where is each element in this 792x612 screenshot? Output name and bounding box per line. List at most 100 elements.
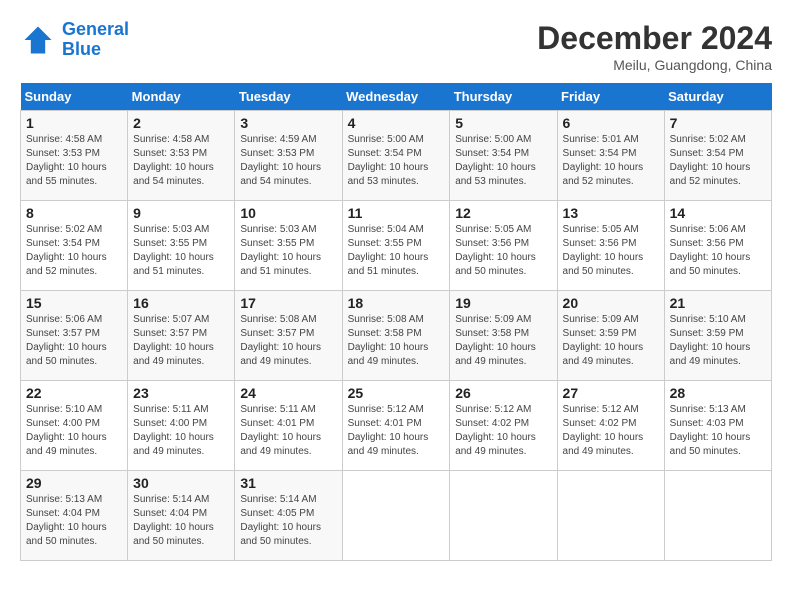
calendar-cell: 15 Sunrise: 5:06 AMSunset: 3:57 PMDaylig… xyxy=(21,291,128,381)
day-number: 7 xyxy=(670,115,766,131)
calendar-week-row: 29 Sunrise: 5:13 AMSunset: 4:04 PMDaylig… xyxy=(21,471,772,561)
day-info: Sunrise: 5:11 AMSunset: 4:01 PMDaylight:… xyxy=(240,404,321,457)
calendar-cell: 19 Sunrise: 5:09 AMSunset: 3:58 PMDaylig… xyxy=(450,291,557,381)
day-number: 24 xyxy=(240,385,336,401)
day-number: 12 xyxy=(455,205,551,221)
day-number: 10 xyxy=(240,205,336,221)
day-number: 11 xyxy=(348,205,445,221)
day-number: 17 xyxy=(240,295,336,311)
calendar-cell: 17 Sunrise: 5:08 AMSunset: 3:57 PMDaylig… xyxy=(235,291,342,381)
logo-text: General Blue xyxy=(62,20,129,60)
day-info: Sunrise: 5:06 AMSunset: 3:56 PMDaylight:… xyxy=(670,224,751,277)
calendar-week-row: 15 Sunrise: 5:06 AMSunset: 3:57 PMDaylig… xyxy=(21,291,772,381)
day-header: Sunday xyxy=(21,83,128,111)
location-subtitle: Meilu, Guangdong, China xyxy=(537,57,772,73)
calendar-cell: 22 Sunrise: 5:10 AMSunset: 4:00 PMDaylig… xyxy=(21,381,128,471)
calendar-cell: 20 Sunrise: 5:09 AMSunset: 3:59 PMDaylig… xyxy=(557,291,664,381)
day-number: 22 xyxy=(26,385,122,401)
day-header: Tuesday xyxy=(235,83,342,111)
page-header: General Blue December 2024 Meilu, Guangd… xyxy=(20,20,772,73)
day-header: Monday xyxy=(128,83,235,111)
day-number: 4 xyxy=(348,115,445,131)
day-number: 1 xyxy=(26,115,122,131)
calendar-cell xyxy=(557,471,664,561)
day-info: Sunrise: 5:08 AMSunset: 3:57 PMDaylight:… xyxy=(240,314,321,367)
title-block: December 2024 Meilu, Guangdong, China xyxy=(537,20,772,73)
calendar-cell: 7 Sunrise: 5:02 AMSunset: 3:54 PMDayligh… xyxy=(664,111,771,201)
day-info: Sunrise: 5:09 AMSunset: 3:58 PMDaylight:… xyxy=(455,314,536,367)
day-info: Sunrise: 5:12 AMSunset: 4:01 PMDaylight:… xyxy=(348,404,429,457)
day-info: Sunrise: 5:13 AMSunset: 4:04 PMDaylight:… xyxy=(26,494,107,547)
calendar-cell: 3 Sunrise: 4:59 AMSunset: 3:53 PMDayligh… xyxy=(235,111,342,201)
day-info: Sunrise: 5:07 AMSunset: 3:57 PMDaylight:… xyxy=(133,314,214,367)
day-number: 21 xyxy=(670,295,766,311)
day-header: Friday xyxy=(557,83,664,111)
calendar-cell: 4 Sunrise: 5:00 AMSunset: 3:54 PMDayligh… xyxy=(342,111,450,201)
calendar-cell: 30 Sunrise: 5:14 AMSunset: 4:04 PMDaylig… xyxy=(128,471,235,561)
calendar-cell: 18 Sunrise: 5:08 AMSunset: 3:58 PMDaylig… xyxy=(342,291,450,381)
calendar-cell: 27 Sunrise: 5:12 AMSunset: 4:02 PMDaylig… xyxy=(557,381,664,471)
day-info: Sunrise: 5:00 AMSunset: 3:54 PMDaylight:… xyxy=(455,134,536,187)
day-number: 6 xyxy=(563,115,659,131)
day-number: 16 xyxy=(133,295,229,311)
day-number: 23 xyxy=(133,385,229,401)
day-number: 26 xyxy=(455,385,551,401)
calendar-cell: 9 Sunrise: 5:03 AMSunset: 3:55 PMDayligh… xyxy=(128,201,235,291)
logo: General Blue xyxy=(20,20,129,60)
calendar-cell: 31 Sunrise: 5:14 AMSunset: 4:05 PMDaylig… xyxy=(235,471,342,561)
day-info: Sunrise: 5:13 AMSunset: 4:03 PMDaylight:… xyxy=(670,404,751,457)
month-title: December 2024 xyxy=(537,20,772,57)
day-info: Sunrise: 5:02 AMSunset: 3:54 PMDaylight:… xyxy=(670,134,751,187)
day-number: 19 xyxy=(455,295,551,311)
day-info: Sunrise: 5:14 AMSunset: 4:04 PMDaylight:… xyxy=(133,494,214,547)
day-info: Sunrise: 4:58 AMSunset: 3:53 PMDaylight:… xyxy=(26,134,107,187)
day-info: Sunrise: 5:12 AMSunset: 4:02 PMDaylight:… xyxy=(455,404,536,457)
day-info: Sunrise: 5:01 AMSunset: 3:54 PMDaylight:… xyxy=(563,134,644,187)
calendar-cell: 2 Sunrise: 4:58 AMSunset: 3:53 PMDayligh… xyxy=(128,111,235,201)
day-info: Sunrise: 5:04 AMSunset: 3:55 PMDaylight:… xyxy=(348,224,429,277)
day-number: 20 xyxy=(563,295,659,311)
calendar-cell: 14 Sunrise: 5:06 AMSunset: 3:56 PMDaylig… xyxy=(664,201,771,291)
day-number: 31 xyxy=(240,475,336,491)
day-number: 15 xyxy=(26,295,122,311)
day-header: Thursday xyxy=(450,83,557,111)
day-info: Sunrise: 5:12 AMSunset: 4:02 PMDaylight:… xyxy=(563,404,644,457)
day-header: Saturday xyxy=(664,83,771,111)
calendar-cell: 21 Sunrise: 5:10 AMSunset: 3:59 PMDaylig… xyxy=(664,291,771,381)
calendar-cell: 25 Sunrise: 5:12 AMSunset: 4:01 PMDaylig… xyxy=(342,381,450,471)
day-info: Sunrise: 5:10 AMSunset: 3:59 PMDaylight:… xyxy=(670,314,751,367)
day-info: Sunrise: 5:09 AMSunset: 3:59 PMDaylight:… xyxy=(563,314,644,367)
day-number: 8 xyxy=(26,205,122,221)
day-number: 18 xyxy=(348,295,445,311)
day-info: Sunrise: 4:58 AMSunset: 3:53 PMDaylight:… xyxy=(133,134,214,187)
day-info: Sunrise: 5:08 AMSunset: 3:58 PMDaylight:… xyxy=(348,314,429,367)
calendar-cell: 29 Sunrise: 5:13 AMSunset: 4:04 PMDaylig… xyxy=(21,471,128,561)
day-number: 27 xyxy=(563,385,659,401)
calendar-cell: 26 Sunrise: 5:12 AMSunset: 4:02 PMDaylig… xyxy=(450,381,557,471)
day-info: Sunrise: 5:05 AMSunset: 3:56 PMDaylight:… xyxy=(455,224,536,277)
day-info: Sunrise: 5:00 AMSunset: 3:54 PMDaylight:… xyxy=(348,134,429,187)
logo-icon xyxy=(20,22,56,58)
day-number: 5 xyxy=(455,115,551,131)
calendar-cell xyxy=(664,471,771,561)
calendar-cell: 13 Sunrise: 5:05 AMSunset: 3:56 PMDaylig… xyxy=(557,201,664,291)
day-info: Sunrise: 5:10 AMSunset: 4:00 PMDaylight:… xyxy=(26,404,107,457)
calendar-body: 1 Sunrise: 4:58 AMSunset: 3:53 PMDayligh… xyxy=(21,111,772,561)
calendar-cell: 10 Sunrise: 5:03 AMSunset: 3:55 PMDaylig… xyxy=(235,201,342,291)
calendar-cell: 24 Sunrise: 5:11 AMSunset: 4:01 PMDaylig… xyxy=(235,381,342,471)
day-number: 14 xyxy=(670,205,766,221)
calendar-cell: 12 Sunrise: 5:05 AMSunset: 3:56 PMDaylig… xyxy=(450,201,557,291)
calendar-header-row: SundayMondayTuesdayWednesdayThursdayFrid… xyxy=(21,83,772,111)
calendar-week-row: 22 Sunrise: 5:10 AMSunset: 4:00 PMDaylig… xyxy=(21,381,772,471)
day-info: Sunrise: 4:59 AMSunset: 3:53 PMDaylight:… xyxy=(240,134,321,187)
day-info: Sunrise: 5:06 AMSunset: 3:57 PMDaylight:… xyxy=(26,314,107,367)
calendar-cell xyxy=(450,471,557,561)
day-number: 2 xyxy=(133,115,229,131)
calendar-cell: 5 Sunrise: 5:00 AMSunset: 3:54 PMDayligh… xyxy=(450,111,557,201)
calendar-table: SundayMondayTuesdayWednesdayThursdayFrid… xyxy=(20,83,772,561)
calendar-cell: 16 Sunrise: 5:07 AMSunset: 3:57 PMDaylig… xyxy=(128,291,235,381)
calendar-cell: 23 Sunrise: 5:11 AMSunset: 4:00 PMDaylig… xyxy=(128,381,235,471)
day-info: Sunrise: 5:03 AMSunset: 3:55 PMDaylight:… xyxy=(240,224,321,277)
day-info: Sunrise: 5:11 AMSunset: 4:00 PMDaylight:… xyxy=(133,404,214,457)
day-number: 9 xyxy=(133,205,229,221)
